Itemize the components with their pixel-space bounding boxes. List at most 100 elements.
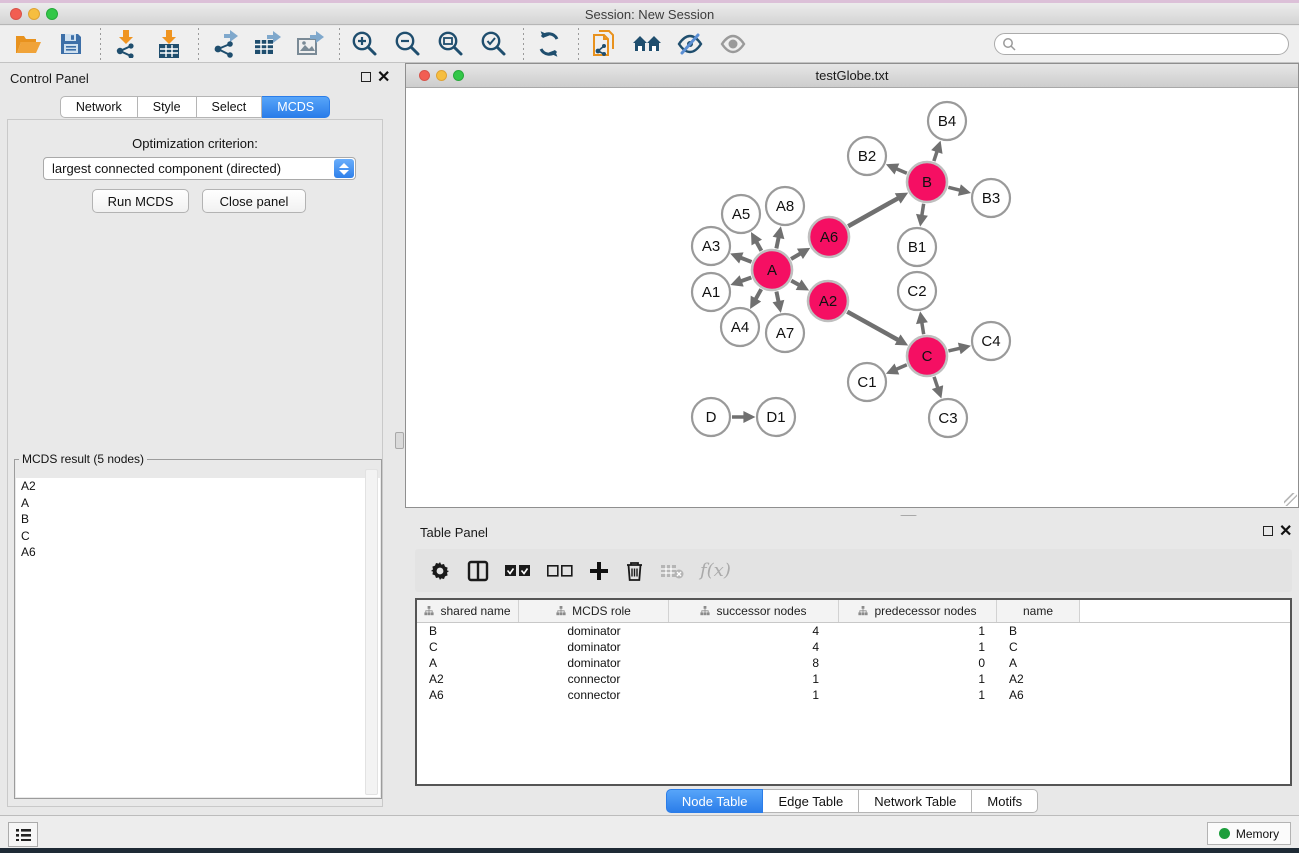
network-canvas[interactable]: B4B2BB3A8A5A6A3B1AA1C2A2A4A7C4CC1C3DD1 xyxy=(406,88,1298,507)
graph-node-B2[interactable]: B2 xyxy=(848,137,886,175)
graph-node-A[interactable]: A xyxy=(752,250,792,290)
mcds-result-item[interactable]: A6 xyxy=(16,544,380,561)
column-header-predecessor-nodes[interactable]: predecessor nodes xyxy=(839,600,997,622)
node-table[interactable]: shared nameMCDS rolesuccessor nodesprede… xyxy=(415,598,1292,786)
zoom-selected-icon[interactable] xyxy=(478,28,510,60)
dropdown-stepper-icon[interactable] xyxy=(334,159,354,178)
graph-node-B1[interactable]: B1 xyxy=(898,228,936,266)
float-table-panel-icon[interactable] xyxy=(1263,526,1273,536)
graph-edge-A2-C[interactable] xyxy=(847,312,898,340)
export-image-icon[interactable] xyxy=(294,28,326,60)
network-from-selection-icon[interactable] xyxy=(588,28,620,60)
tab-style[interactable]: Style xyxy=(138,96,197,118)
graph-edge-A-A2[interactable] xyxy=(791,281,799,285)
export-table-icon[interactable] xyxy=(251,28,283,60)
vertical-split-handle[interactable] xyxy=(395,432,404,449)
graph-node-A7[interactable]: A7 xyxy=(766,314,804,352)
graph-edge-C-C1[interactable] xyxy=(896,365,906,370)
graph-edge-A-A8[interactable] xyxy=(776,237,778,248)
delete-column-icon[interactable] xyxy=(625,560,644,582)
home-icon[interactable] xyxy=(631,28,663,60)
graph-edge-C-C4[interactable] xyxy=(948,348,959,351)
add-column-icon[interactable] xyxy=(589,561,609,581)
memory-button[interactable]: Memory xyxy=(1207,822,1291,845)
settings-gear-icon[interactable] xyxy=(429,560,451,582)
close-panel-button[interactable]: Close panel xyxy=(202,189,306,213)
search-input[interactable] xyxy=(1016,35,1288,53)
mcds-result-item[interactable]: B xyxy=(16,511,380,528)
zoom-fit-icon[interactable] xyxy=(435,28,467,60)
graph-edge-A-A3[interactable] xyxy=(741,258,752,262)
graph-edge-B-B4[interactable] xyxy=(934,151,937,161)
float-panel-icon[interactable] xyxy=(361,72,371,82)
graph-node-C3[interactable]: C3 xyxy=(929,399,967,437)
optimization-criterion-dropdown[interactable]: largest connected component (directed) xyxy=(43,157,356,180)
export-network-icon[interactable] xyxy=(208,28,240,60)
graph-node-A1[interactable]: A1 xyxy=(692,273,730,311)
graph-node-C2[interactable]: C2 xyxy=(898,272,936,310)
graph-edge-A-A5[interactable] xyxy=(756,242,761,251)
tab-select[interactable]: Select xyxy=(197,96,263,118)
tab-mcds[interactable]: MCDS xyxy=(262,96,330,118)
column-header-name[interactable]: name xyxy=(997,600,1080,622)
graph-node-A6[interactable]: A6 xyxy=(809,217,849,257)
table-row[interactable]: A2connector11A2 xyxy=(417,671,1290,687)
hide-details-icon[interactable] xyxy=(674,28,706,60)
select-all-checkboxes-icon[interactable] xyxy=(505,565,531,577)
network-graph[interactable]: B4B2BB3A8A5A6A3B1AA1C2A2A4A7C4CC1C3DD1 xyxy=(406,88,1298,507)
graph-edge-C-C2[interactable] xyxy=(922,323,924,335)
graph-edge-A-A6[interactable] xyxy=(791,254,800,259)
close-panel-icon[interactable]: ✕ xyxy=(377,72,390,84)
graph-node-C4[interactable]: C4 xyxy=(972,322,1010,360)
graph-node-C[interactable]: C xyxy=(907,336,947,376)
graph-edge-B-B1[interactable] xyxy=(922,204,924,216)
zoom-in-icon[interactable] xyxy=(349,28,381,60)
tab-network-table[interactable]: Network Table xyxy=(859,789,972,813)
import-table-icon[interactable] xyxy=(153,28,185,60)
save-session-icon[interactable] xyxy=(55,28,87,60)
columns-icon[interactable] xyxy=(467,560,489,582)
table-row[interactable]: Cdominator41C xyxy=(417,639,1290,655)
import-network-icon[interactable] xyxy=(110,28,142,60)
function-builder-icon[interactable]: f(x) xyxy=(700,560,731,581)
tab-node-table[interactable]: Node Table xyxy=(666,789,764,813)
graph-node-D1[interactable]: D1 xyxy=(757,398,795,436)
graph-node-B[interactable]: B xyxy=(907,162,947,202)
task-history-button[interactable] xyxy=(8,822,38,847)
column-header-MCDS-role[interactable]: MCDS role xyxy=(519,600,669,622)
mcds-result-item[interactable]: C xyxy=(16,528,380,545)
column-header-successor-nodes[interactable]: successor nodes xyxy=(669,600,839,622)
graph-node-D[interactable]: D xyxy=(692,398,730,436)
deselect-all-checkboxes-icon[interactable] xyxy=(547,565,573,577)
show-details-icon[interactable] xyxy=(717,28,749,60)
graph-node-B4[interactable]: B4 xyxy=(928,102,966,140)
graph-node-A8[interactable]: A8 xyxy=(766,187,804,225)
graph-node-B3[interactable]: B3 xyxy=(972,179,1010,217)
mcds-result-item[interactable]: A xyxy=(16,495,380,512)
graph-edge-B-B2[interactable] xyxy=(896,169,906,174)
table-row[interactable]: Bdominator41B xyxy=(417,623,1290,639)
graph-edge-A6-B[interactable] xyxy=(848,198,898,226)
zoom-out-icon[interactable] xyxy=(392,28,424,60)
search-box[interactable] xyxy=(994,33,1289,55)
mcds-result-scrollbar[interactable] xyxy=(365,469,378,795)
graph-edge-A-A7[interactable] xyxy=(776,292,778,302)
graph-edge-C-C3[interactable] xyxy=(934,377,938,388)
close-table-panel-icon[interactable]: ✕ xyxy=(1279,526,1292,538)
tab-edge-table[interactable]: Edge Table xyxy=(763,789,859,813)
table-row[interactable]: A6connector11A6 xyxy=(417,687,1290,703)
graph-node-A3[interactable]: A3 xyxy=(692,227,730,265)
graph-node-A4[interactable]: A4 xyxy=(721,308,759,346)
table-row[interactable]: Adominator80A xyxy=(417,655,1290,671)
tab-network[interactable]: Network xyxy=(60,96,138,118)
network-window-titlebar[interactable]: testGlobe.txt xyxy=(406,64,1298,88)
graph-node-C1[interactable]: C1 xyxy=(848,363,886,401)
tab-motifs[interactable]: Motifs xyxy=(972,789,1038,813)
window-resize-grip[interactable] xyxy=(1284,493,1297,506)
graph-edge-A-A1[interactable] xyxy=(741,277,751,281)
graph-edge-A-A4[interactable] xyxy=(756,289,762,299)
graph-node-A5[interactable]: A5 xyxy=(722,195,760,233)
mcds-result-item[interactable]: A2 xyxy=(16,478,380,495)
open-session-icon[interactable] xyxy=(12,28,44,60)
delete-table-icon[interactable] xyxy=(660,563,684,579)
